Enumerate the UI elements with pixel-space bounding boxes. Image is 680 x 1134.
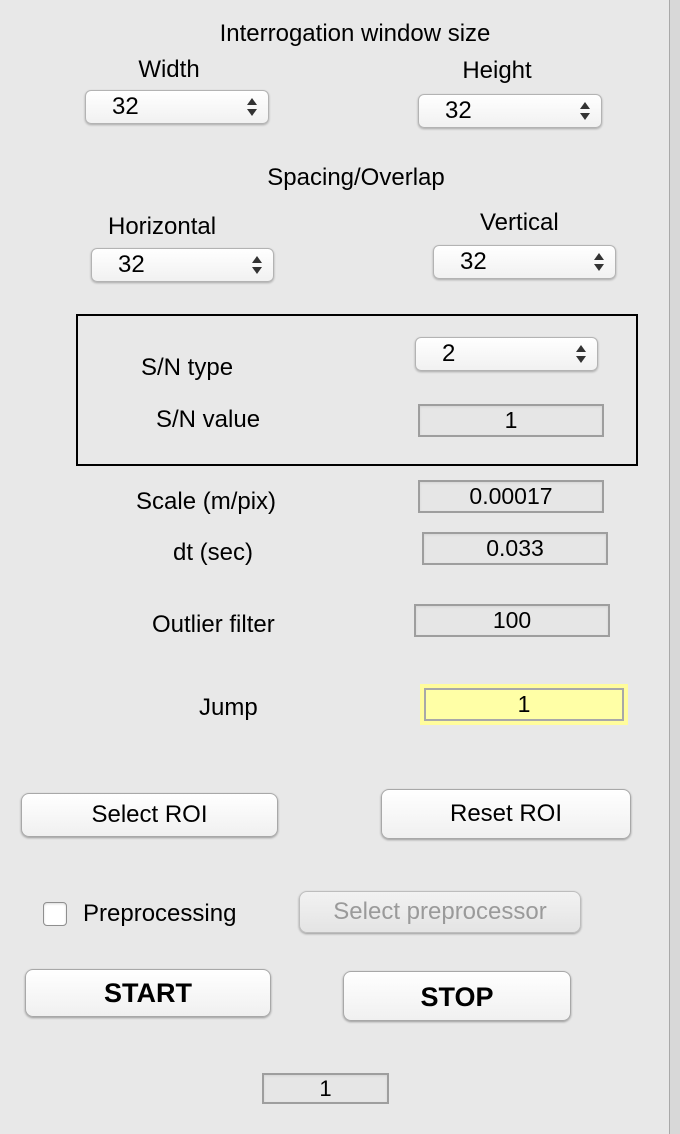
height-popup[interactable]: 32 [418,94,602,128]
jump-field[interactable]: 1 [424,688,624,721]
reset-roi-button[interactable]: Reset ROI [381,789,631,839]
select-roi-button[interactable]: Select ROI [21,793,278,837]
sn-type-label: S/N type [141,354,234,381]
vertical-popup-value: 32 [460,248,487,275]
up-down-arrows-icon [252,256,262,274]
interrogation-window-title: Interrogation window size [219,20,491,47]
preprocessing-label[interactable]: Preprocessing [83,900,236,928]
sn-type-popup[interactable]: 2 [415,337,598,371]
scale-field[interactable]: 0.00017 [418,480,604,513]
window-right-edge [669,0,680,1134]
scale-label: Scale (m/pix) [136,488,277,515]
horizontal-popup[interactable]: 32 [91,248,274,282]
up-down-arrows-icon [247,98,257,116]
select-preprocessor-button[interactable]: Select preprocessor [299,891,581,933]
dt-label: dt (sec) [173,539,254,566]
jump-label: Jump [199,694,258,721]
vertical-popup[interactable]: 32 [433,245,616,279]
up-down-arrows-icon [594,253,604,271]
horizontal-popup-value: 32 [118,251,145,278]
outlier-filter-field[interactable]: 100 [414,604,610,637]
sn-value-label: S/N value [156,406,261,433]
preprocessing-checkbox[interactable] [43,902,67,926]
outlier-filter-label: Outlier filter [152,611,275,638]
dt-field[interactable]: 0.033 [422,532,608,565]
vertical-label: Vertical [480,209,559,236]
stop-button[interactable]: STOP [343,971,571,1021]
spacing-overlap-title: Spacing/Overlap [267,164,445,191]
sn-value-field[interactable]: 1 [418,404,604,437]
height-label: Height [462,57,532,84]
horizontal-label: Horizontal [108,213,217,240]
sn-type-popup-value: 2 [442,340,456,367]
start-button[interactable]: START [25,969,271,1017]
width-popup-value: 32 [112,93,139,120]
counter-field: 1 [262,1073,389,1104]
width-label: Width [138,56,200,83]
width-popup[interactable]: 32 [85,90,269,124]
up-down-arrows-icon [576,345,586,363]
up-down-arrows-icon [580,102,590,120]
height-popup-value: 32 [445,97,472,124]
